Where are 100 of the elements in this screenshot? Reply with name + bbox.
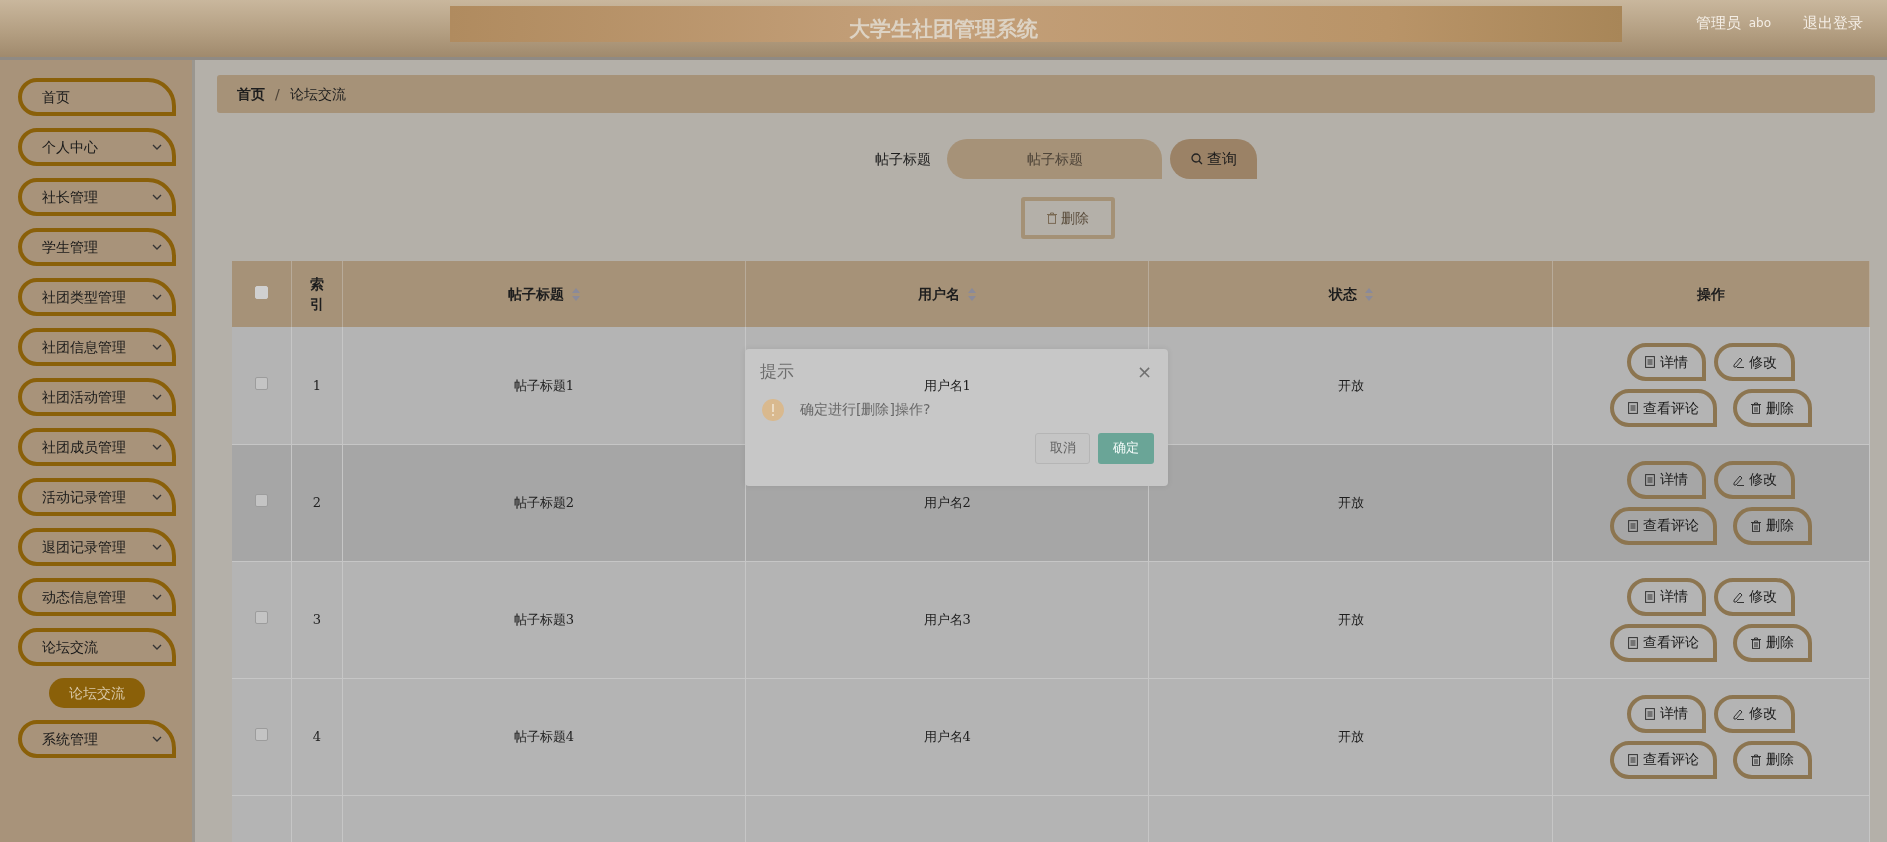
table-cell: 帖子标题4 xyxy=(513,728,574,744)
table-cell: 用户名1 xyxy=(923,377,971,393)
column-header: 操作 xyxy=(1696,284,1725,304)
search-button[interactable]: 查询 xyxy=(1170,139,1257,179)
table-cell: 帖子标题2 xyxy=(513,494,574,510)
trash-icon xyxy=(1750,636,1761,649)
action-button[interactable]: 查看评论 xyxy=(1609,623,1717,662)
menu-item[interactable]: 活动记录管理 xyxy=(18,478,176,516)
select-all-checkbox[interactable] xyxy=(255,285,269,299)
column-header: 索引 xyxy=(309,274,324,314)
breadcrumb-link[interactable]: 首页 xyxy=(237,83,265,105)
action-button[interactable]: 详情 xyxy=(1626,460,1706,499)
search-icon xyxy=(1190,153,1203,165)
app-title: 大学生社团管理系统 xyxy=(849,14,1038,43)
menu-item[interactable]: 动态信息管理 xyxy=(18,578,176,616)
menu-item[interactable]: 首页 xyxy=(18,78,176,116)
sort-icon xyxy=(968,287,977,301)
action-button[interactable]: 详情 xyxy=(1626,694,1706,733)
chevron-down-icon xyxy=(152,544,162,550)
table-cell: 帖子标题1 xyxy=(513,377,574,393)
dialog-title: 提示 xyxy=(760,360,794,383)
menu-item[interactable]: 社长管理 xyxy=(18,178,176,216)
table-cell: 用户名2 xyxy=(923,494,971,510)
document-icon xyxy=(1644,356,1655,369)
action-button[interactable]: 删除 xyxy=(1732,623,1812,662)
breadcrumb-separator: / xyxy=(275,84,280,104)
row-checkbox[interactable] xyxy=(255,376,269,390)
chevron-down-icon xyxy=(152,494,162,500)
action-button[interactable]: 查看评论 xyxy=(1609,740,1717,779)
chevron-down-icon xyxy=(152,244,162,250)
trash-icon xyxy=(1047,212,1057,224)
menu-item[interactable]: 论坛交流 xyxy=(18,628,176,666)
pencil-icon xyxy=(1731,473,1744,486)
search-label: 帖子标题 xyxy=(875,149,931,169)
chevron-down-icon xyxy=(152,394,162,400)
action-button[interactable]: 详情 xyxy=(1626,343,1706,382)
document-icon xyxy=(1644,590,1655,603)
document-icon xyxy=(1627,519,1638,532)
menu-item[interactable]: 退团记录管理 xyxy=(18,528,176,566)
trash-icon xyxy=(1750,402,1761,415)
column-header: 状态 xyxy=(1328,284,1357,304)
user-role: 管理员 xyxy=(1695,13,1741,34)
action-button[interactable]: 修改 xyxy=(1713,694,1795,733)
table-cell: 用户名4 xyxy=(923,728,971,744)
table-cell: 开放 xyxy=(1337,728,1364,744)
menu-item[interactable]: 学生管理 xyxy=(18,228,176,266)
pencil-icon xyxy=(1731,356,1744,369)
pencil-icon xyxy=(1731,590,1744,603)
chevron-down-icon xyxy=(152,736,162,742)
action-button[interactable]: 修改 xyxy=(1713,577,1795,616)
action-button[interactable]: 修改 xyxy=(1713,343,1795,382)
menu-item[interactable]: 个人中心 xyxy=(18,128,176,166)
pencil-icon xyxy=(1731,707,1744,720)
dialog-message: 确定进行[删除]操作? xyxy=(800,400,931,419)
chevron-down-icon xyxy=(152,194,162,200)
trash-icon xyxy=(1750,519,1761,532)
chevron-down-icon xyxy=(152,344,162,350)
warning-icon xyxy=(762,398,784,421)
user-name: abo xyxy=(1748,15,1771,33)
action-button[interactable]: 查看评论 xyxy=(1609,506,1717,545)
table-cell: 1 xyxy=(312,377,322,393)
action-button[interactable]: 详情 xyxy=(1626,577,1706,616)
menu-item[interactable]: 社团类型管理 xyxy=(18,278,176,316)
chevron-down-icon xyxy=(152,594,162,600)
table-cell: 开放 xyxy=(1337,494,1364,510)
table-cell: 开放 xyxy=(1337,611,1364,627)
chevron-down-icon xyxy=(152,144,162,150)
chevron-down-icon xyxy=(152,294,162,300)
sort-icon xyxy=(571,287,580,301)
row-checkbox[interactable] xyxy=(255,610,269,624)
document-icon xyxy=(1627,636,1638,649)
document-icon xyxy=(1644,473,1655,486)
document-icon xyxy=(1627,402,1638,415)
row-checkbox[interactable] xyxy=(255,727,269,741)
column-header: 用户名 xyxy=(918,284,961,304)
menu-item[interactable]: 社团活动管理 xyxy=(18,378,176,416)
menu-item[interactable]: 社团成员管理 xyxy=(18,428,176,466)
table-cell: 帖子标题3 xyxy=(513,611,574,627)
action-button[interactable]: 删除 xyxy=(1732,389,1812,428)
menu-item[interactable]: 社团信息管理 xyxy=(18,328,176,366)
column-header: 帖子标题 xyxy=(507,284,564,304)
table-cell: 用户名3 xyxy=(923,611,971,627)
action-button[interactable]: 修改 xyxy=(1713,460,1795,499)
document-icon xyxy=(1644,707,1655,720)
table-cell: 3 xyxy=(312,611,322,627)
chevron-down-icon xyxy=(152,444,162,450)
document-icon xyxy=(1627,753,1638,766)
breadcrumb-link[interactable]: 论坛交流 xyxy=(289,83,346,105)
action-button[interactable]: 删除 xyxy=(1732,506,1812,545)
cancel-button[interactable]: 取消 xyxy=(1035,432,1090,464)
row-checkbox[interactable] xyxy=(255,493,269,507)
action-button[interactable]: 查看评论 xyxy=(1609,389,1717,428)
table-cell: 开放 xyxy=(1337,377,1364,393)
menu-item[interactable]: 系统管理 xyxy=(18,720,176,758)
trash-icon xyxy=(1750,753,1761,766)
sort-icon xyxy=(1364,287,1373,301)
table-cell: 2 xyxy=(312,494,322,510)
submenu-item[interactable]: 论坛交流 xyxy=(49,678,145,708)
search-field[interactable]: 帖子标题 xyxy=(947,139,1162,179)
action-button[interactable]: 删除 xyxy=(1732,740,1812,779)
